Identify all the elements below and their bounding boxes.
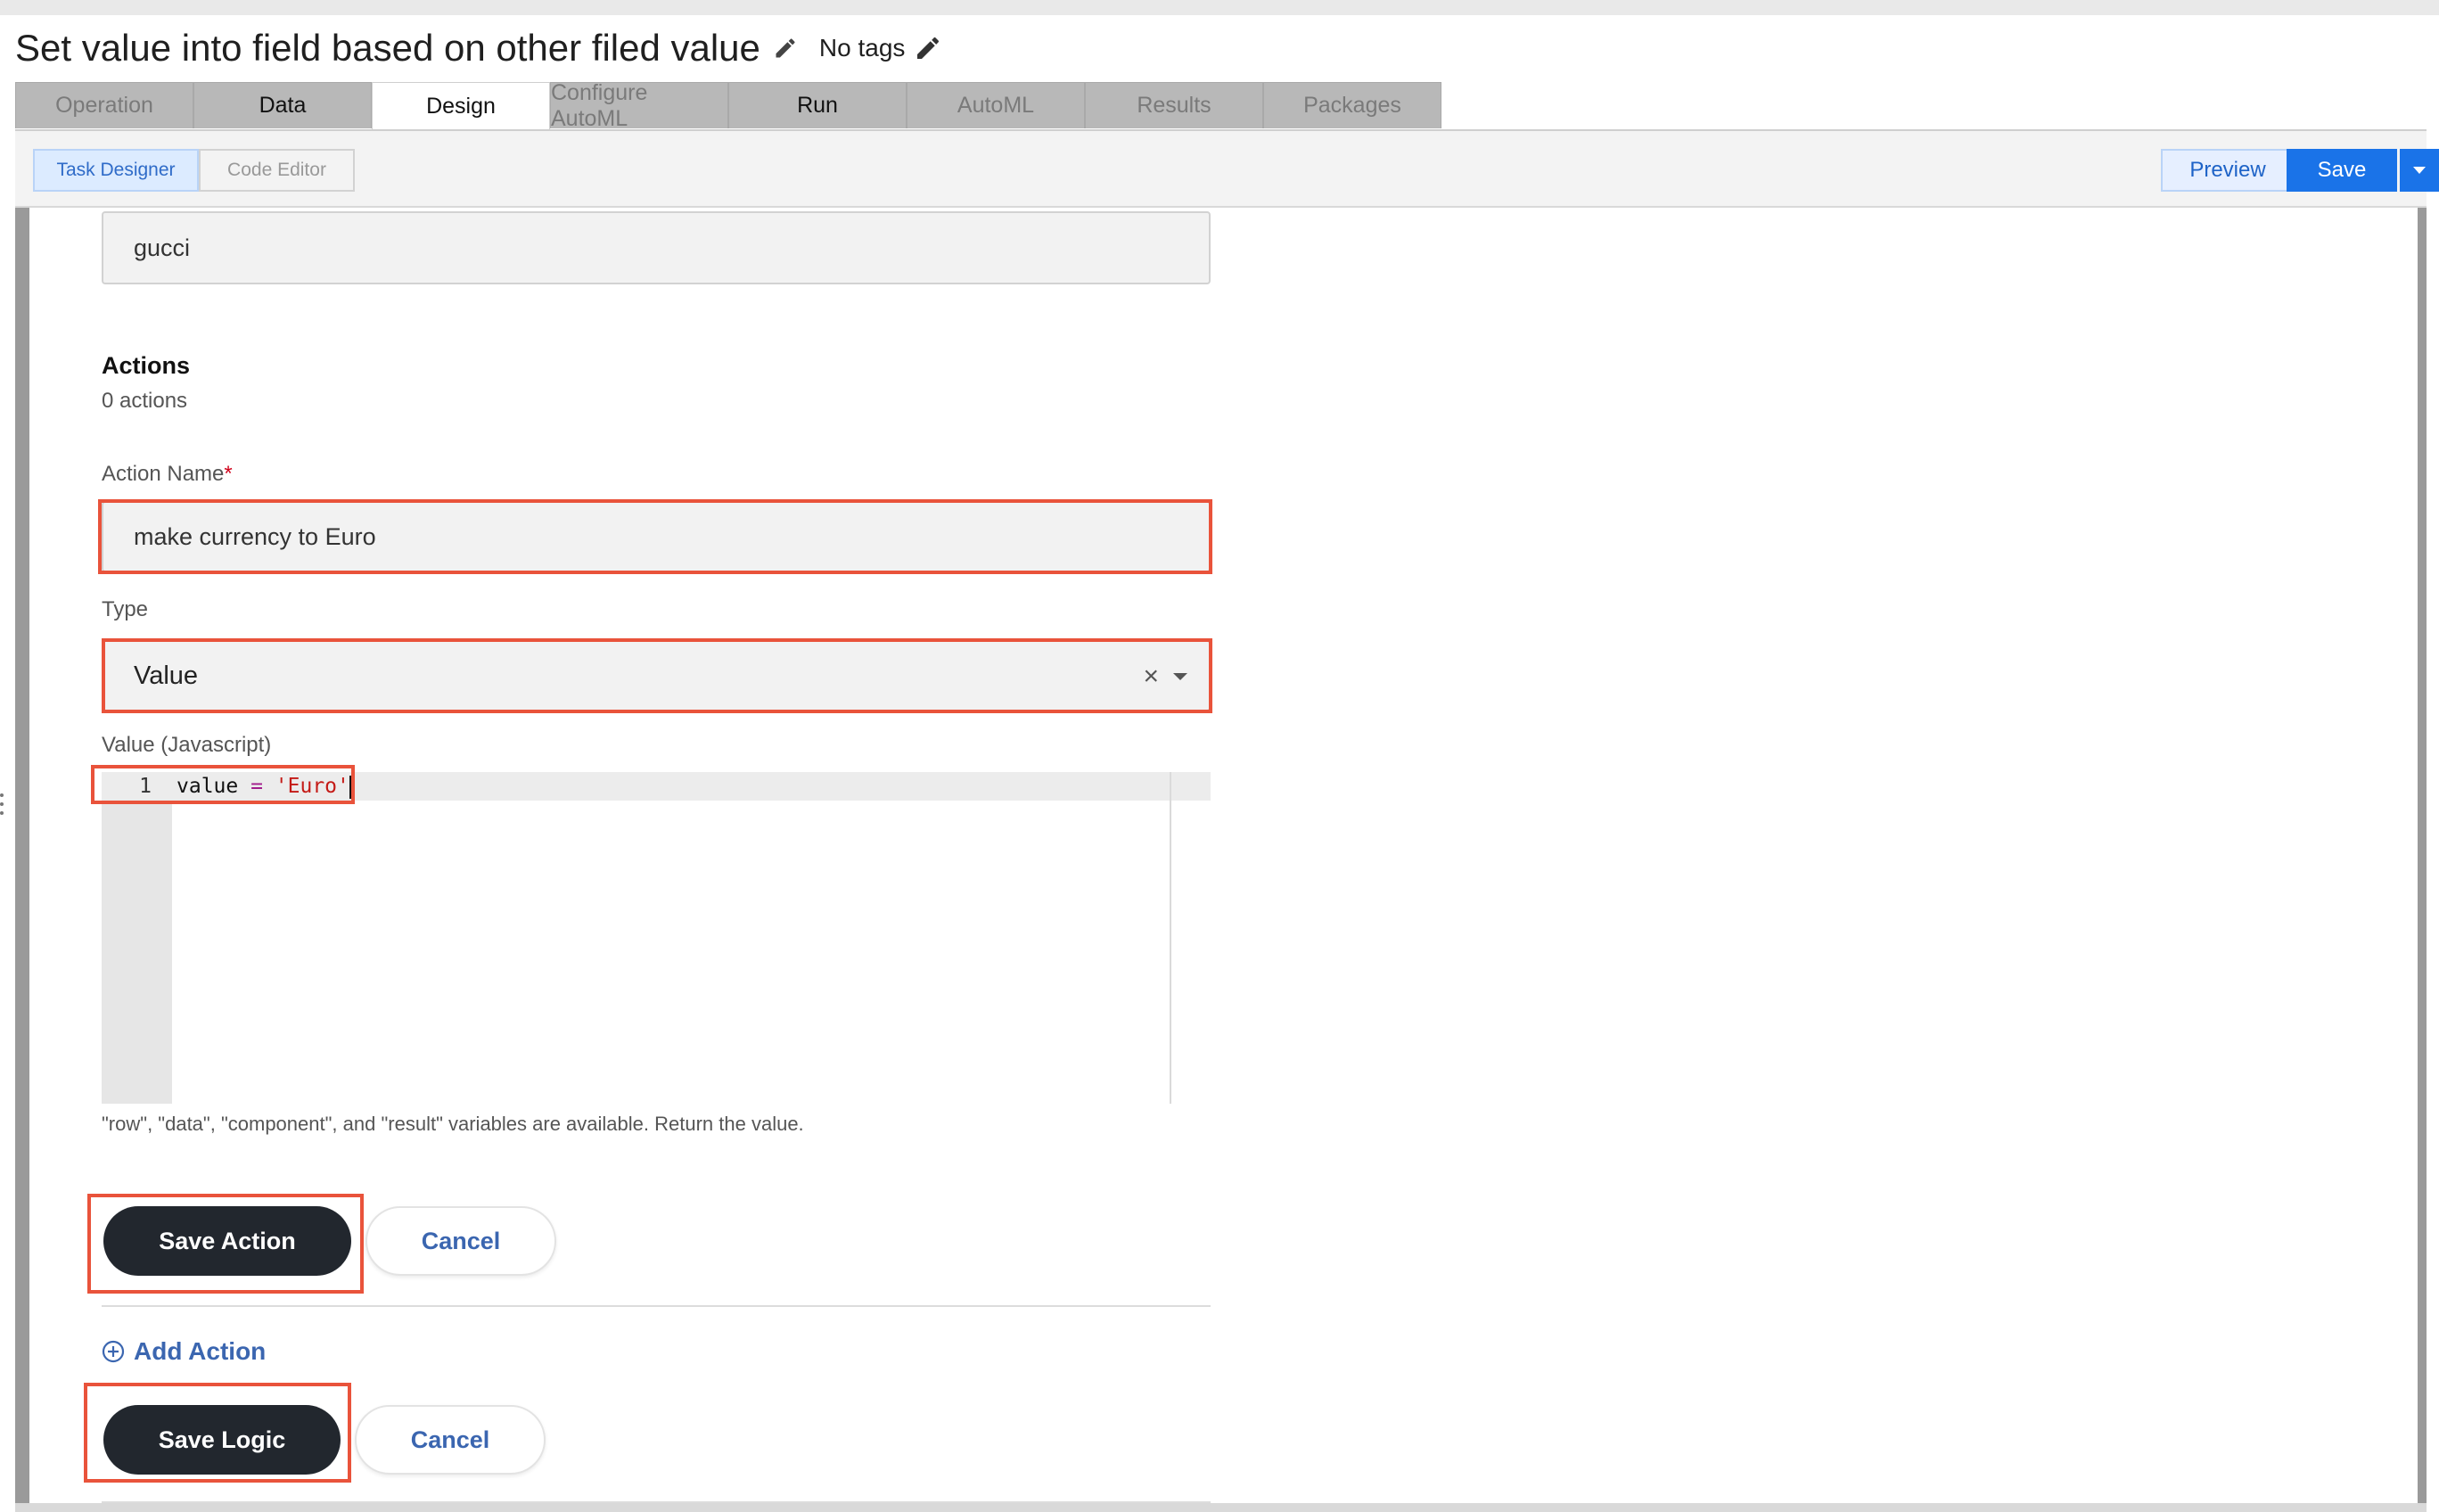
action-name-label: Action Name* (102, 462, 233, 487)
main-tabs: Operation Data Design Configure AutoML R… (15, 80, 1441, 131)
tab-run[interactable]: Run (728, 82, 907, 128)
page-title: Set value into field based on other file… (15, 27, 760, 69)
tab-data[interactable]: Data (193, 82, 372, 128)
preview-button[interactable]: Preview (2161, 149, 2295, 192)
tab-packages[interactable]: Packages (1263, 82, 1441, 128)
type-label: Type (102, 597, 149, 621)
highlight-save-logic (84, 1383, 351, 1483)
add-action-link[interactable]: Add Action (102, 1335, 266, 1368)
edit-title-pencil-icon[interactable] (773, 36, 798, 61)
cancel-action-button[interactable]: Cancel (365, 1206, 556, 1276)
tab-automl[interactable]: AutoML (907, 82, 1085, 128)
title-row: Set value into field based on other file… (15, 23, 942, 73)
code-editor-toggle[interactable]: Code Editor (199, 149, 355, 192)
content-frame-bottom (15, 1503, 2427, 1512)
cancel-logic-button[interactable]: Cancel (355, 1405, 546, 1475)
actions-heading: Actions (102, 352, 191, 379)
action-name-label-text: Action Name (102, 462, 225, 486)
tab-results[interactable]: Results (1085, 82, 1263, 128)
caret-down-icon (2413, 167, 2426, 174)
highlight-save-action (87, 1194, 364, 1294)
required-marker: * (224, 462, 233, 486)
tags-label: No tags (818, 34, 906, 62)
content-scrollbar[interactable] (2418, 208, 2427, 1512)
content-frame-left (15, 208, 29, 1512)
highlight-code-line (91, 765, 355, 804)
save-button[interactable]: Save (2287, 149, 2397, 192)
code-editor[interactable]: 1 value = 'Euro' (102, 772, 1211, 1104)
task-designer-toggle[interactable]: Task Designer (33, 149, 199, 192)
tab-operation[interactable]: Operation (15, 82, 193, 128)
bottom-divider (102, 1501, 1211, 1503)
editor-print-margin (1170, 772, 1171, 1104)
value-javascript-label: Value (Javascript) (102, 733, 272, 757)
section-divider (102, 1305, 1211, 1307)
add-action-label: Add Action (134, 1337, 267, 1365)
plus-circle-icon (102, 1340, 125, 1363)
previous-value-input[interactable]: gucci (102, 211, 1211, 284)
highlight-action-name (98, 499, 1212, 574)
tab-design[interactable]: Design (372, 82, 550, 130)
tab-configure-automl[interactable]: Configure AutoML (550, 80, 728, 131)
resize-handle-icon[interactable] (0, 793, 4, 820)
designer-toolbar: Task Designer Code Editor Preview Save (15, 131, 2439, 208)
variables-hint: "row", "data", "component", and "result"… (102, 1113, 804, 1135)
save-options-dropdown[interactable] (2400, 149, 2439, 192)
edit-tags-pencil-icon[interactable] (914, 34, 942, 62)
actions-count: 0 actions (102, 389, 188, 413)
window-top-strip (0, 0, 2439, 15)
code-gutter (102, 772, 172, 1104)
highlight-type (102, 638, 1212, 713)
